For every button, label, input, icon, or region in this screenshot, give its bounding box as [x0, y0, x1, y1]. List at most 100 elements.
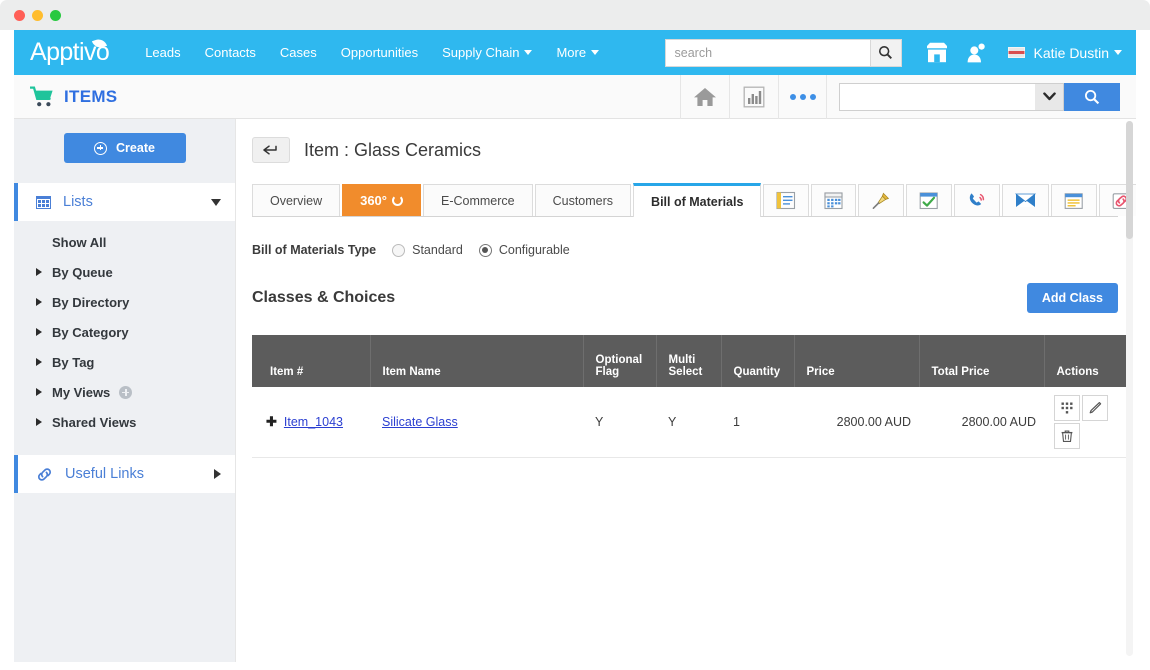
tab-tasks[interactable] — [906, 184, 952, 216]
cell-multi-select: Y — [656, 387, 721, 458]
shopping-cart-icon — [30, 86, 54, 107]
sidebar-panel-lists[interactable]: Lists — [14, 183, 235, 221]
main-content: Item : Glass Ceramics Overview 360° E-Co… — [235, 119, 1136, 662]
maximize-window-button[interactable] — [50, 10, 61, 21]
back-arrow-icon — [263, 144, 280, 156]
tab-overview[interactable]: Overview — [252, 184, 340, 216]
task-check-icon — [919, 191, 939, 210]
nav-label: Contacts — [205, 45, 256, 60]
cell-item-number: ✚ Item_1043 — [252, 387, 370, 458]
add-class-button[interactable]: Add Class — [1027, 283, 1118, 313]
tab-notes-sticky[interactable] — [1051, 184, 1097, 216]
create-button-label: Create — [116, 141, 155, 155]
bom-option-standard[interactable]: Standard — [392, 243, 463, 257]
module-search-input[interactable] — [839, 83, 1064, 111]
tab-label: 360° — [360, 193, 387, 208]
sticky-note-icon — [1064, 192, 1084, 210]
sidebar-panel-title: Lists — [63, 194, 93, 210]
sidebar-panel-useful-links[interactable]: Useful Links — [14, 455, 235, 493]
nav-link-opportunities[interactable]: Opportunities — [329, 39, 430, 66]
column-total-price: Total Price — [919, 335, 1044, 387]
sidebar-item-shared-views[interactable]: Shared Views — [14, 407, 235, 437]
bom-type-row: Bill of Materials Type Standard Configur… — [252, 243, 1118, 257]
tab-calls[interactable] — [954, 184, 1000, 216]
sidebar-item-my-views[interactable]: My Views — [14, 377, 235, 407]
module-search-button[interactable] — [1064, 83, 1120, 111]
tab-e-commerce[interactable]: E-Commerce — [423, 184, 533, 216]
back-button[interactable] — [252, 137, 290, 163]
user-menu[interactable]: Katie Dustin — [1008, 45, 1122, 61]
store-button[interactable] — [920, 36, 954, 70]
minimize-window-button[interactable] — [32, 10, 43, 21]
tab-customers[interactable]: Customers — [535, 184, 631, 216]
people-button[interactable] — [960, 36, 994, 70]
nav-link-supply-chain[interactable]: Supply Chain — [430, 39, 544, 66]
cell-price: 2800.00 AUD — [794, 387, 919, 458]
phone-call-icon — [967, 191, 987, 210]
drag-grid-icon — [1060, 401, 1074, 415]
link-chain-icon — [36, 467, 53, 482]
more-options-button[interactable] — [778, 75, 827, 119]
tab-360[interactable]: 360° — [342, 184, 421, 216]
chevron-down-icon — [591, 50, 599, 55]
module-search-dropdown[interactable] — [1035, 84, 1063, 110]
tab-bill-of-materials[interactable]: Bill of Materials — [633, 183, 761, 217]
add-view-icon[interactable] — [119, 386, 132, 399]
global-search-input[interactable] — [665, 39, 870, 67]
delete-trash-icon — [1060, 429, 1074, 443]
nav-label: Opportunities — [341, 45, 418, 60]
chevron-right-icon — [36, 388, 42, 396]
chevron-down-icon — [524, 50, 532, 55]
sidebar-item-label: Shared Views — [52, 415, 136, 430]
cell-item-name: Silicate Glass — [370, 387, 583, 458]
page-header: Item : Glass Ceramics — [252, 119, 1118, 177]
tab-notes[interactable] — [763, 184, 809, 216]
cell-total-price: 2800.00 AUD — [919, 387, 1044, 458]
content-scrollbar[interactable] — [1126, 121, 1133, 656]
window-titlebar — [0, 0, 1150, 30]
drag-handle-button[interactable] — [1054, 395, 1080, 421]
close-window-button[interactable] — [14, 10, 25, 21]
grid-list-icon — [36, 196, 51, 209]
app-logo[interactable]: Apptivo — [30, 38, 111, 67]
global-search-button[interactable] — [870, 39, 902, 67]
classes-section-header: Classes & Choices Add Class — [252, 283, 1118, 313]
sidebar-item-by-category[interactable]: By Category — [14, 317, 235, 347]
nav-link-contacts[interactable]: Contacts — [193, 39, 268, 66]
radio-configurable[interactable] — [479, 244, 492, 257]
sidebar-item-by-queue[interactable]: By Queue — [14, 257, 235, 287]
tab-emails[interactable] — [1002, 184, 1049, 216]
store-icon — [925, 42, 949, 64]
tab-calendar[interactable] — [811, 184, 856, 216]
column-multi-select: Multi Select — [656, 335, 721, 387]
sidebar-item-by-directory[interactable]: By Directory — [14, 287, 235, 317]
nav-link-leads[interactable]: Leads — [133, 39, 192, 66]
nav-link-more[interactable]: More — [544, 39, 611, 66]
chevron-right-icon — [36, 358, 42, 366]
calendar-icon — [824, 191, 843, 210]
reports-button[interactable] — [729, 75, 778, 119]
nav-label: More — [556, 45, 586, 60]
edit-button[interactable] — [1082, 395, 1108, 421]
bom-type-label: Bill of Materials Type — [252, 243, 376, 257]
radio-standard[interactable] — [392, 244, 405, 257]
sidebar-item-show-all[interactable]: Show All — [14, 227, 235, 257]
sidebar-item-by-tag[interactable]: By Tag — [14, 347, 235, 377]
item-name-link[interactable]: Silicate Glass — [382, 415, 458, 429]
top-navigation-bar: Apptivo Leads Contacts Cases Opportuniti… — [14, 30, 1136, 75]
home-button[interactable] — [680, 75, 729, 119]
item-number-link[interactable]: Item_1043 — [284, 415, 343, 429]
delete-button[interactable] — [1054, 423, 1080, 449]
bom-option-configurable[interactable]: Configurable — [479, 243, 570, 257]
scrollbar-thumb[interactable] — [1126, 121, 1133, 239]
tab-pinned[interactable] — [858, 184, 904, 216]
column-item-number: Item # — [252, 335, 370, 387]
nav-label: Supply Chain — [442, 45, 519, 60]
expand-row-icon[interactable]: ✚ — [266, 414, 277, 429]
section-title: Classes & Choices — [252, 289, 395, 307]
create-button[interactable]: Create — [64, 133, 186, 163]
tab-label: Overview — [270, 194, 322, 208]
table-header-row: Item # Item Name Optional Flag Multi Sel… — [252, 335, 1132, 387]
nav-link-cases[interactable]: Cases — [268, 39, 329, 66]
row-action-buttons — [1054, 395, 1116, 449]
